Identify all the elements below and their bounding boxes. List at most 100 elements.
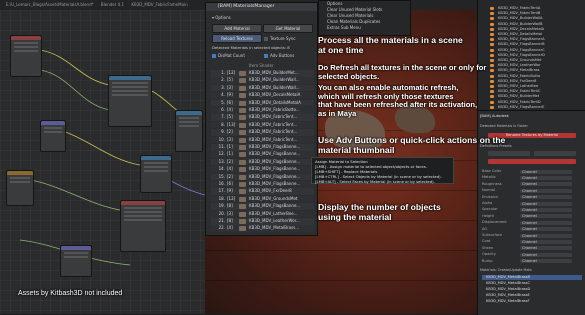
channel-value[interactable]: Channel xyxy=(520,169,572,174)
channel-row[interactable]: Roughness Channel xyxy=(482,182,582,187)
node[interactable] xyxy=(140,155,172,193)
node[interactable] xyxy=(108,75,152,127)
material-thumbnail[interactable] xyxy=(239,130,246,136)
material-name[interactable]: KB3D_MDV_FabricTent... xyxy=(249,129,297,136)
channel-value[interactable]: Channel xyxy=(520,239,572,244)
material-thumbnail[interactable] xyxy=(239,122,246,128)
display-count-toggle[interactable]: DisMat Count xyxy=(212,53,245,58)
material-row[interactable]: 17. [9] KB3D_MDV_FxrDeer8 xyxy=(211,188,314,195)
material-thumbnail[interactable] xyxy=(239,71,246,76)
material-row[interactable]: 14. [4] KB3D_MDV_FlagsBanne... xyxy=(211,166,314,173)
material-thumbnail[interactable] xyxy=(239,211,246,217)
channel-value[interactable]: Channel xyxy=(520,227,572,232)
channel-row[interactable]: Height Channel xyxy=(482,214,582,219)
preset-button[interactable] xyxy=(534,151,576,156)
material-thumbnail[interactable] xyxy=(239,100,246,106)
node[interactable] xyxy=(10,35,42,77)
material-thumbnail[interactable] xyxy=(239,93,246,99)
material-row[interactable]: 18. [12] KB3D_MDV_GroundsMet xyxy=(211,195,314,203)
material-row[interactable]: 2. [5] KB3D_MDV_BuilderWall... xyxy=(211,77,314,84)
channel-value[interactable]: Channel xyxy=(520,220,572,225)
channel-value[interactable]: Channel xyxy=(520,259,572,264)
channel-row[interactable]: Coat Channel xyxy=(482,239,582,244)
material-name[interactable]: KB3D_MDV_FxrDeer8 xyxy=(249,188,292,195)
menu-item[interactable]: Extras Sub Menu xyxy=(319,25,410,31)
channel-row[interactable]: Normal Channel xyxy=(482,188,582,193)
adv-buttons-toggle[interactable]: Adv Buttons xyxy=(264,53,294,58)
material-row[interactable]: 10. [3] KB3D_MDV_FabricTent... xyxy=(211,136,314,144)
material-thumbnail[interactable] xyxy=(239,182,246,187)
material-thumbnail[interactable] xyxy=(239,226,246,232)
channel-row[interactable]: Alpha Channel xyxy=(482,201,582,206)
material-row[interactable]: 11. [1] KB3D_MDV_FlagsBanne... xyxy=(211,144,314,151)
material-thumbnail[interactable] xyxy=(239,174,246,180)
texture-sync-toggle[interactable]: Texture Sync xyxy=(264,36,296,41)
material-row[interactable]: 21. [8] KB3D_MDV_LeatherWor... xyxy=(211,218,314,225)
material-thumbnail[interactable] xyxy=(239,137,246,143)
material-thumbnail[interactable] xyxy=(239,159,246,165)
material-name[interactable]: KB3D_MDV_FlagsBanne... xyxy=(249,181,300,188)
material-thumbnail[interactable] xyxy=(239,167,246,173)
material-name[interactable]: KB3D_MDV_MetalBrass... xyxy=(249,225,299,232)
node[interactable] xyxy=(6,170,34,206)
channel-row[interactable]: Displacement Channel xyxy=(482,220,582,225)
channel-row[interactable]: Emission Channel xyxy=(482,195,582,200)
channel-value[interactable]: Channel xyxy=(520,182,572,187)
material-row[interactable]: 9. [2] KB3D_MDV_FabricTent... xyxy=(211,129,314,136)
material-thumbnail[interactable] xyxy=(239,189,246,195)
material-slot[interactable]: KB3D_MDV_MetalBrassE xyxy=(482,293,582,298)
material-row[interactable]: 22. [4] KB3D_MDV_MetalBrass... xyxy=(211,225,314,232)
material-row[interactable]: 7. [5] KB3D_MDV_FabricTent... xyxy=(211,114,314,121)
node[interactable] xyxy=(60,245,92,277)
material-thumbnail[interactable] xyxy=(239,85,246,91)
channel-row[interactable]: Sheen Channel xyxy=(482,246,582,251)
material-name[interactable]: KB3D_MDV_FlagsBanne... xyxy=(249,144,300,151)
node-editor[interactable] xyxy=(0,10,205,314)
channel-value[interactable]: Channel xyxy=(520,233,572,238)
material-row[interactable]: 4. [9] KB3D_MDV_DecalsMetalA xyxy=(211,92,314,99)
material-slot[interactable]: KB3D_MDV_MetalBrassF xyxy=(482,299,582,304)
material-row[interactable]: 5. [6] KB3D_MDV_DetailsMetalA xyxy=(211,99,314,107)
material-thumbnail[interactable] xyxy=(239,152,246,158)
material-name[interactable]: KB3D_MDV_FabricButto... xyxy=(249,107,300,114)
node[interactable] xyxy=(175,110,203,152)
material-thumbnail[interactable] xyxy=(239,115,246,121)
channel-row[interactable]: Subsurface Channel xyxy=(482,233,582,238)
material-row[interactable]: 1. [12] KB3D_MDV_BuilderMet... xyxy=(211,70,314,77)
material-name[interactable]: KB3D_MDV_FabricTent... xyxy=(249,137,297,144)
material-name[interactable]: KB3D_MDV_FlagsBanne... xyxy=(249,166,300,173)
channel-value[interactable]: Channel xyxy=(520,195,572,200)
material-name[interactable]: KB3D_MDV_DecalsMetalA xyxy=(249,92,300,99)
options-dropdown[interactable]: ▾ Options xyxy=(212,15,231,20)
material-row[interactable]: 13. [2] KB3D_MDV_FlagsBanne... xyxy=(211,158,314,166)
channel-row[interactable]: AO Channel xyxy=(482,227,582,232)
material-slot[interactable]: KB3D_MDV_MetalBrassB xyxy=(482,275,582,280)
material-name[interactable]: KB3D_MDV_FlagsBanne... xyxy=(249,151,300,158)
material-row[interactable]: 12. [1] KB3D_MDV_FlagsBanne... xyxy=(211,151,314,158)
channel-value[interactable]: Channel xyxy=(520,246,572,251)
channel-row[interactable]: Bump Channel xyxy=(482,259,582,264)
material-thumbnail[interactable] xyxy=(239,204,246,210)
material-row[interactable]: 8. [13] KB3D_MDV_FabricTent... xyxy=(211,121,314,129)
channel-row[interactable]: Base Color Channel xyxy=(482,169,582,174)
material-slot[interactable]: KB3D_MDV_MetalBrassC xyxy=(482,281,582,286)
channel-row[interactable]: Opacity Channel xyxy=(482,252,582,257)
panel-title[interactable]: [BAM] MaterialsManager xyxy=(206,3,317,11)
material-name[interactable]: KB3D_MDV_DetailsMetalA xyxy=(249,100,301,107)
material-thumbnail[interactable] xyxy=(239,219,246,224)
material-name[interactable]: KB3D_MDV_GroundsMet xyxy=(249,196,297,203)
channel-value[interactable]: Channel xyxy=(520,201,572,206)
material-name[interactable]: KB3D_MDV_BuilderWall... xyxy=(249,77,300,84)
material-name[interactable]: KB3D_MDV_LatherBee... xyxy=(249,211,298,218)
channel-row[interactable]: Specular Channel xyxy=(482,207,582,212)
material-thumbnail[interactable] xyxy=(239,145,246,150)
reload-textures-button[interactable]: Reload Textures xyxy=(212,34,262,43)
channel-value[interactable]: Channel xyxy=(520,214,572,219)
material-row[interactable]: 19. [8] KB3D_MDV_FlagsBanne... xyxy=(211,203,314,210)
material-slot[interactable]: KB3D_MDV_MetalBrassD xyxy=(482,287,582,292)
material-row[interactable]: 15. [2] KB3D_MDV_FlagsBanne... xyxy=(211,173,314,181)
channel-value[interactable]: Channel xyxy=(520,188,572,193)
material-thumbnail[interactable] xyxy=(239,196,246,202)
channel-value[interactable]: Channel xyxy=(520,175,572,180)
material-thumbnail[interactable] xyxy=(239,78,246,84)
